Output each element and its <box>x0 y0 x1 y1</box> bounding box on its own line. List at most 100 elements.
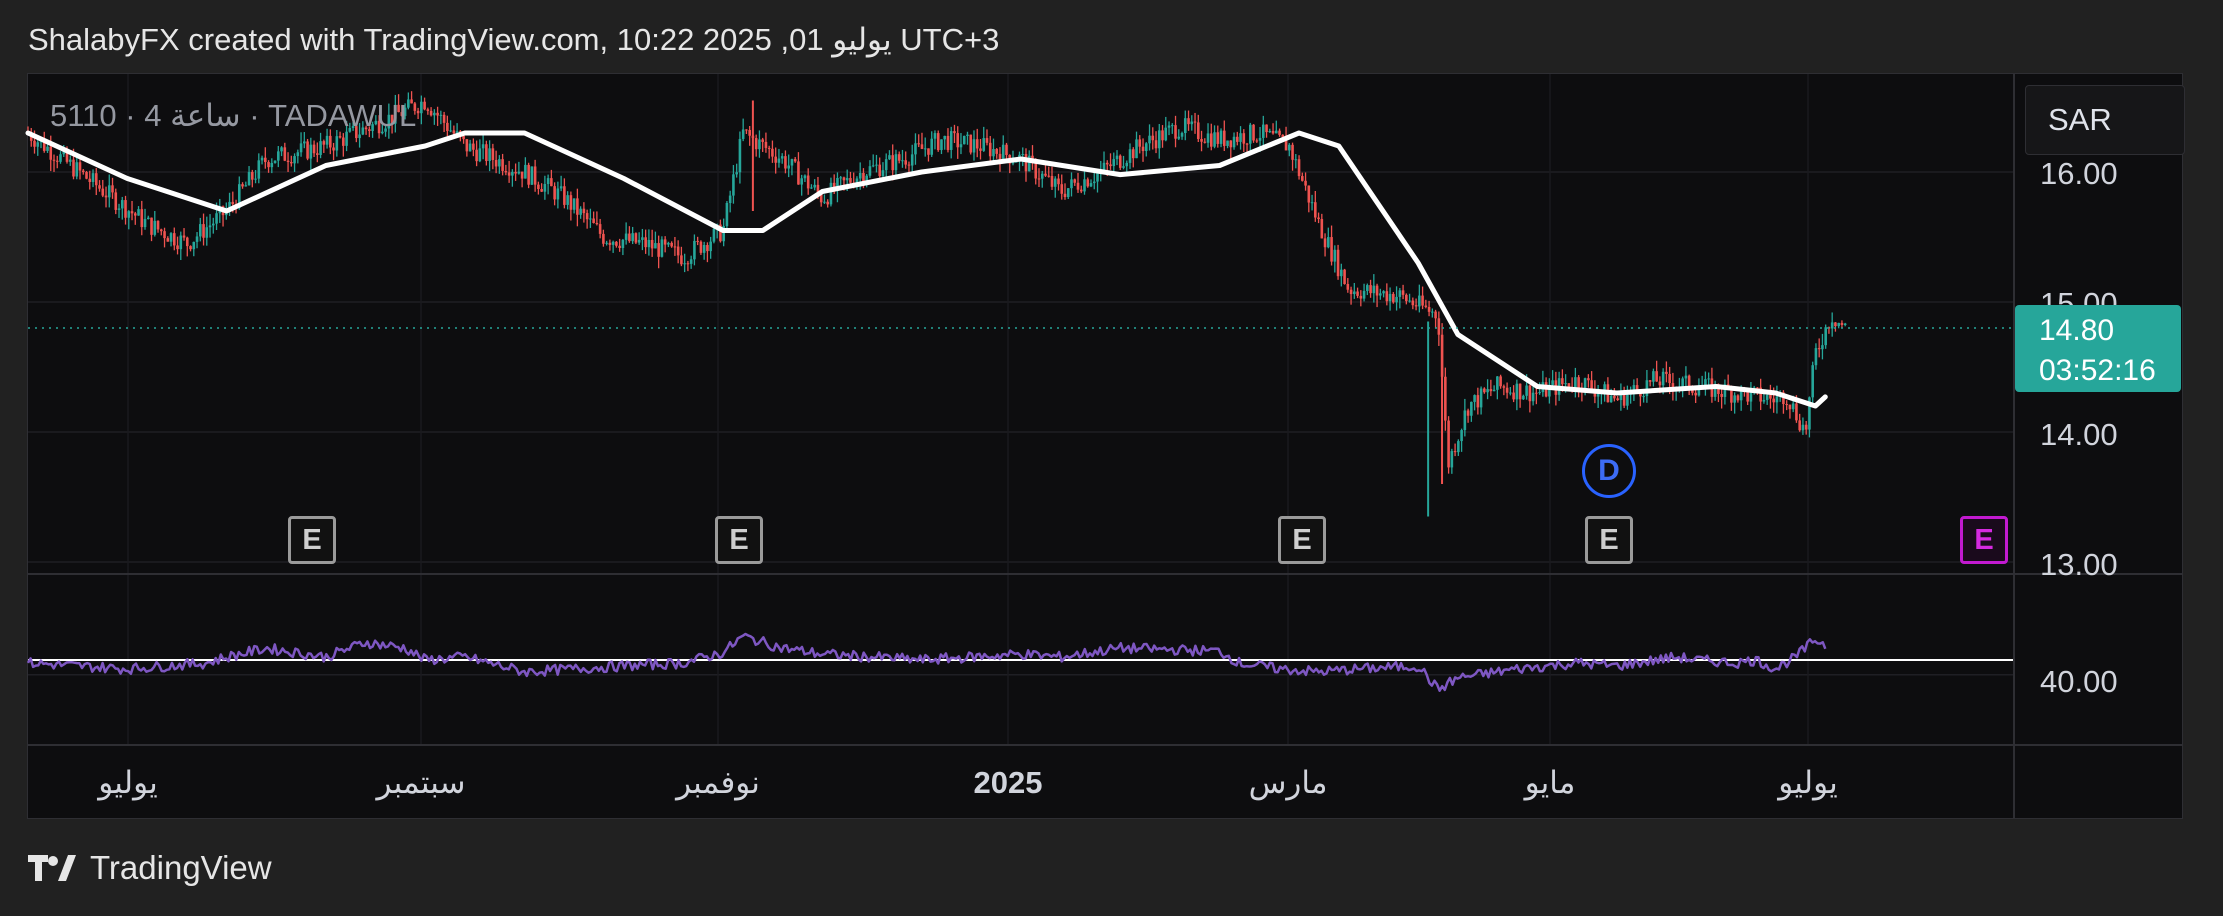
candle-body <box>442 114 446 123</box>
candle-body <box>1222 130 1226 146</box>
candle-body <box>959 144 963 148</box>
candle-body <box>1392 293 1395 303</box>
earnings-badge[interactable]: E <box>1278 516 1326 564</box>
candle-body <box>615 241 618 246</box>
candle-body <box>1424 305 1428 307</box>
candle-body <box>1684 375 1688 379</box>
time-tick: يوليو <box>98 765 158 800</box>
candle-body <box>585 213 589 220</box>
candle-body <box>1788 404 1792 410</box>
chart-canvas[interactable] <box>0 0 2223 916</box>
candle-body <box>264 157 267 163</box>
earnings-badge[interactable]: E <box>288 516 336 564</box>
candle-body <box>452 130 456 134</box>
candle-body <box>1414 305 1418 307</box>
candlestick-series <box>26 91 1847 517</box>
upcoming-earnings-badge[interactable]: E <box>1960 516 2008 564</box>
candle-body <box>1830 322 1834 329</box>
candle-body <box>670 242 673 247</box>
moving-average-line <box>25 130 1828 409</box>
candle-body <box>709 241 712 252</box>
candle-body <box>1170 125 1174 127</box>
candle-body <box>111 185 114 193</box>
candle-body <box>1457 441 1460 453</box>
candle-body <box>524 164 527 179</box>
earnings-badge[interactable]: E <box>715 516 763 564</box>
candle-body <box>1450 451 1454 468</box>
candle-body <box>1574 377 1577 389</box>
candle-body <box>1775 396 1779 403</box>
candle-body <box>1310 202 1314 204</box>
candle-body <box>582 208 586 214</box>
candle-body <box>198 224 202 237</box>
candle-body <box>1333 249 1337 262</box>
candle-body <box>787 165 790 169</box>
candle-body <box>1301 176 1304 181</box>
candle-body <box>91 173 95 182</box>
candle-body <box>1196 122 1200 139</box>
candle-body <box>342 137 345 146</box>
candle-body <box>550 178 553 187</box>
candle-body <box>1336 249 1340 277</box>
candle-body <box>104 195 108 198</box>
candle-body <box>159 229 163 232</box>
candle-body <box>1021 153 1025 155</box>
candle-body <box>322 141 326 145</box>
candle-body <box>972 139 976 153</box>
candle-body <box>1398 290 1402 297</box>
candle-body <box>946 135 950 150</box>
candle-body <box>917 143 921 145</box>
candle-body <box>1489 389 1493 392</box>
candle-body <box>1265 124 1268 133</box>
candle-body <box>803 175 807 179</box>
candle-body <box>1616 398 1619 401</box>
candle-body <box>813 184 816 188</box>
earnings-badge[interactable]: E <box>1585 516 1633 564</box>
candle-body <box>78 162 82 171</box>
candle-body <box>449 130 452 132</box>
candle-body <box>1372 285 1376 294</box>
currency-selector[interactable]: SAR <box>2025 85 2185 155</box>
candle-body <box>914 143 917 155</box>
candle-body <box>251 172 254 180</box>
candle-body <box>790 159 794 166</box>
candle-body <box>85 172 88 179</box>
candle-body <box>1772 398 1775 403</box>
candle-body <box>654 243 657 249</box>
candle-body <box>927 148 930 155</box>
candle-body <box>172 233 176 246</box>
candle-body <box>1665 371 1668 374</box>
candle-body <box>745 129 748 131</box>
candle-body <box>1109 164 1112 167</box>
candle-body <box>1174 125 1177 139</box>
candle-body <box>1379 293 1382 296</box>
candle-body <box>1479 388 1483 408</box>
candle-body <box>829 182 833 205</box>
candle-body <box>605 242 608 244</box>
candle-body <box>1320 219 1324 239</box>
candle-body <box>1359 295 1363 299</box>
candle-body <box>439 114 443 116</box>
dividend-badge[interactable]: D <box>1582 444 1636 498</box>
candle-body <box>1385 291 1389 302</box>
candle-body <box>940 139 943 151</box>
candle-body <box>754 138 758 150</box>
candle-body <box>589 218 592 220</box>
candle-body <box>358 134 361 139</box>
footer-brand[interactable]: TradingView <box>28 848 272 888</box>
candle-body <box>1183 118 1187 134</box>
candle-body <box>797 161 800 185</box>
candle-body <box>1431 311 1434 313</box>
candle-body <box>1005 144 1008 155</box>
candle-body <box>1255 140 1259 142</box>
candle-body <box>1044 173 1047 176</box>
candle-body <box>156 220 160 230</box>
candle-body <box>117 208 121 210</box>
candle-body <box>907 164 911 166</box>
candle-body <box>101 188 105 196</box>
candle-body <box>1577 377 1580 389</box>
candle-body <box>137 209 140 216</box>
candle-body <box>683 263 686 265</box>
candle-body <box>732 174 735 196</box>
time-tick: 2025 <box>973 765 1043 800</box>
